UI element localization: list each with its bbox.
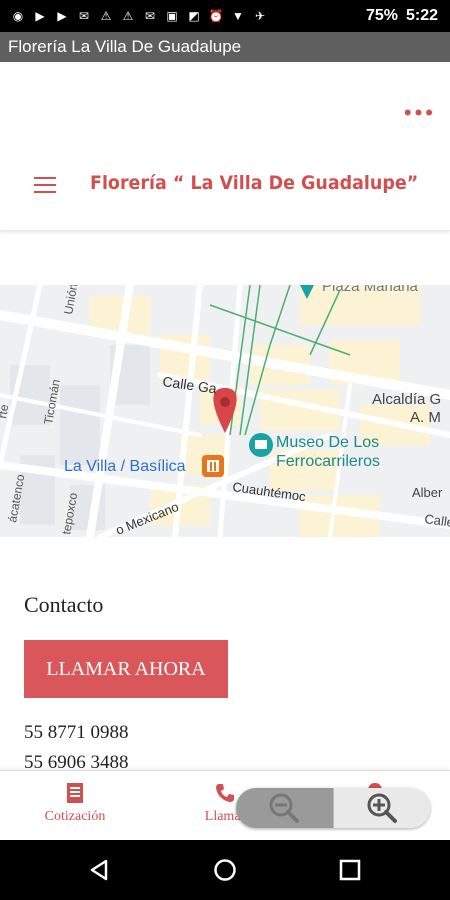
wifi-icon: ▼ <box>232 9 244 23</box>
image-icon: ▣ <box>166 9 178 23</box>
cast-icon: ◩ <box>188 9 200 23</box>
map-label-alcaldia: Alcaldía G <box>372 391 441 408</box>
mail-icon: ✉ <box>78 9 90 23</box>
youtube-icon: ▶ <box>57 9 67 23</box>
zoom-controls <box>236 788 430 828</box>
notification-icons: ◉ ▶ ▶ ✉ ⚠ ⚠ ✉ ▣ ◩ ⏰ ▼ ✈ <box>0 9 268 23</box>
tab-quote[interactable]: Cotización <box>0 771 150 841</box>
warning-icon: ⚠ <box>100 9 112 23</box>
contact-heading: Contacto <box>24 592 104 617</box>
clock: 5:22 <box>405 7 438 24</box>
window-title: Florería La Villa De Guadalupe <box>0 32 450 62</box>
zoom-in-icon <box>367 793 397 823</box>
back-icon[interactable] <box>88 858 112 882</box>
phone-number[interactable]: 55 8771 0988 <box>24 722 129 744</box>
app-header: ••• Florería “ La Villa De Guadalupe” <box>0 62 450 231</box>
map-label-station: La Villa / Basílica <box>64 458 186 475</box>
map-label-alcaldia-2: A. M <box>410 409 441 426</box>
map-label-plaza: Plaza Mariana <box>322 285 419 295</box>
call-now-button[interactable]: LLAMAR AHORA <box>24 640 228 698</box>
zoom-out-icon <box>269 793 300 823</box>
status-bar: ◉ ▶ ▶ ✉ ⚠ ⚠ ✉ ▣ ◩ ⏰ ▼ ✈ 75% 5:22 <box>0 0 450 32</box>
zoom-out-button[interactable] <box>236 788 333 828</box>
map-label-museo-2: Ferrocarrileros <box>276 453 380 470</box>
youtube-icon: ▶ <box>35 9 45 23</box>
map-label-albert: Alber <box>412 485 443 500</box>
system-navigation-bar <box>0 840 450 900</box>
more-options-icon[interactable]: ••• <box>404 100 436 126</box>
museum-icon[interactable] <box>249 433 273 457</box>
menu-icon[interactable] <box>34 177 56 193</box>
notification-icon: ◉ <box>12 9 24 23</box>
tab-quote-label: Cotización <box>44 809 106 824</box>
map-label-museo: Museo De Los <box>276 434 379 451</box>
warning-icon: ⚠ <box>122 9 134 23</box>
battery-percentage: 75% <box>365 7 398 24</box>
receipt-icon <box>67 783 83 803</box>
zoom-in-button[interactable] <box>332 788 430 828</box>
airplane-icon: ✈ <box>254 9 266 23</box>
alarm-icon: ⏰ <box>208 9 224 23</box>
metro-station-icon[interactable] <box>202 455 224 477</box>
mail-icon: ✉ <box>144 9 156 23</box>
map[interactable]: Plaza Mariana Calle Ga Alcaldía G A. M M… <box>0 285 450 537</box>
recent-apps-icon[interactable] <box>338 858 362 882</box>
site-title[interactable]: Florería “ La Villa De Guadalupe” <box>90 172 418 194</box>
home-icon[interactable] <box>213 858 237 882</box>
phone-icon <box>216 784 234 802</box>
